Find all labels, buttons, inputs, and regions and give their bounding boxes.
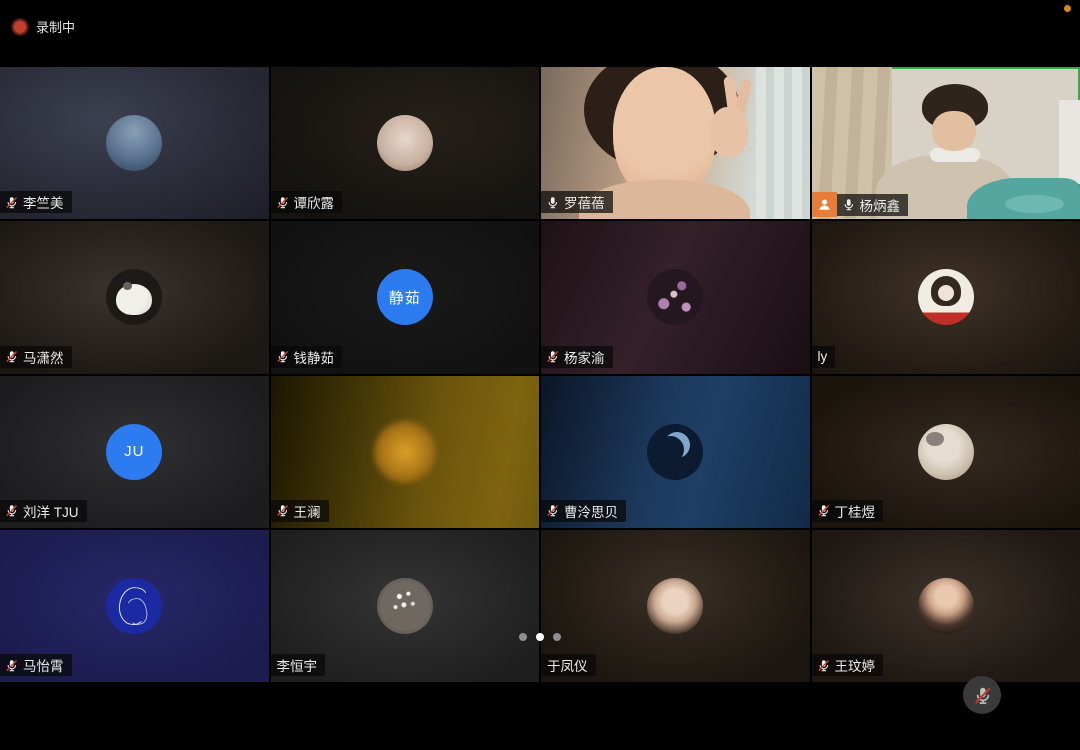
mic-muted-icon (5, 196, 18, 209)
tile-participant-7[interactable]: 杨家渝 (541, 221, 810, 373)
participant-name: 杨家渝 (564, 347, 605, 367)
nameplate: 李恒宇 (271, 654, 326, 676)
tile-participant-6[interactable]: 静茹 钱静茹 (271, 221, 540, 373)
tile-participant-5[interactable]: 马潇然 (0, 221, 269, 373)
mic-muted-icon (817, 659, 830, 672)
nameplate: 杨炳鑫 (837, 194, 909, 216)
tile-participant-1[interactable]: 李竺美 (0, 67, 269, 219)
nameplate: 丁桂煜 (812, 500, 884, 522)
recording-indicator: 录制中 (12, 17, 75, 36)
avatar (647, 424, 703, 480)
avatar (918, 424, 974, 480)
tile-participant-10[interactable]: 王澜 (271, 376, 540, 528)
avatar (106, 115, 162, 171)
person-face (932, 111, 976, 151)
nameplate: 于凤仪 (541, 654, 596, 676)
nameplate: 谭欣露 (271, 191, 343, 213)
tile-participant-3[interactable]: 罗蓓蓓 (541, 67, 810, 219)
mic-muted-icon (5, 659, 18, 672)
record-icon (12, 19, 28, 35)
participant-name: 王玟婷 (835, 655, 876, 675)
notification-dot-icon (1064, 5, 1071, 12)
mic-muted-icon (5, 350, 18, 363)
nameplate: 王玟婷 (812, 654, 884, 676)
tile-participant-16[interactable]: 王玟婷 (812, 530, 1080, 682)
avatar (377, 578, 433, 634)
nameplate: 马潇然 (0, 346, 72, 368)
avatar-initials: 静茹 (377, 269, 433, 325)
participant-name: 李恒宇 (277, 655, 318, 675)
nameplate: 杨家渝 (541, 346, 613, 368)
nameplate: 刘洋 TJU (0, 500, 87, 522)
recording-label: 录制中 (36, 17, 75, 36)
participant-name: 曹泠思贝 (564, 501, 618, 521)
tile-participant-4-active-speaker[interactable]: 杨炳鑫 (812, 67, 1080, 219)
avatar-initials: JU (106, 424, 162, 480)
participant-name: 刘洋 TJU (23, 501, 79, 521)
mic-muted-icon (546, 504, 559, 517)
tile-participant-13[interactable]: 马怡霄 (0, 530, 269, 682)
mic-on-icon (842, 198, 855, 211)
avatar (377, 115, 433, 171)
bed-fold (1005, 195, 1064, 213)
nameplate: 钱静茹 (271, 346, 343, 368)
participant-name: 钱静茹 (294, 347, 335, 367)
participant-name: 马怡霄 (23, 655, 64, 675)
curtain-backdrop (756, 67, 810, 219)
tile-participant-8[interactable]: ly (812, 221, 1080, 373)
mic-muted-icon (546, 350, 559, 363)
page-dot-2-active[interactable] (536, 633, 544, 641)
tile-participant-9[interactable]: JU 刘洋 TJU (0, 376, 269, 528)
participant-name: 于凤仪 (547, 655, 588, 675)
avatar (918, 578, 974, 634)
nameplate: 王澜 (271, 500, 329, 522)
avatar (106, 269, 162, 325)
nameplate: 曹泠思贝 (541, 500, 626, 522)
tile-participant-2[interactable]: 谭欣露 (271, 67, 540, 219)
mic-muted-icon (276, 196, 289, 209)
mic-muted-icon (5, 504, 18, 517)
mic-muted-icon (276, 504, 289, 517)
mic-mute-button[interactable] (963, 676, 1001, 714)
tile-participant-11[interactable]: 曹泠思贝 (541, 376, 810, 528)
participant-name: 马潇然 (23, 347, 64, 367)
mic-muted-icon (817, 504, 830, 517)
participant-name: 王澜 (294, 501, 321, 521)
meeting-window: 录制中 李竺美 谭欣露 (0, 0, 1080, 750)
mic-on-icon (546, 196, 559, 209)
host-badge-icon (812, 192, 837, 217)
participant-name: 杨炳鑫 (860, 195, 901, 215)
tile-participant-12[interactable]: 丁桂煜 (812, 376, 1080, 528)
nameplate: 罗蓓蓓 (541, 191, 613, 213)
participant-name: 李竺美 (23, 192, 64, 212)
page-indicator (519, 633, 561, 641)
avatar (647, 269, 703, 325)
participant-grid: 李竺美 谭欣露 罗蓓蓓 (0, 67, 1080, 682)
nameplate: ly (812, 346, 836, 368)
shelf-backdrop (1059, 100, 1080, 184)
page-dot-3[interactable] (553, 633, 561, 641)
avatar (106, 578, 162, 634)
page-dot-1[interactable] (519, 633, 527, 641)
nameplate: 马怡霄 (0, 654, 72, 676)
mic-muted-icon (276, 350, 289, 363)
participant-name: ly (818, 349, 828, 364)
participant-name: 罗蓓蓓 (564, 192, 605, 212)
peace-sign-palm (710, 107, 748, 157)
avatar (647, 578, 703, 634)
participant-name: 谭欣露 (294, 192, 335, 212)
tile-participant-14[interactable]: 李恒宇 (271, 530, 540, 682)
avatar (374, 421, 436, 483)
avatar (918, 269, 974, 325)
tile-participant-15[interactable]: 于凤仪 (541, 530, 810, 682)
top-bar: 录制中 (0, 0, 1080, 67)
participant-name: 丁桂煜 (835, 501, 876, 521)
nameplate: 李竺美 (0, 191, 72, 213)
